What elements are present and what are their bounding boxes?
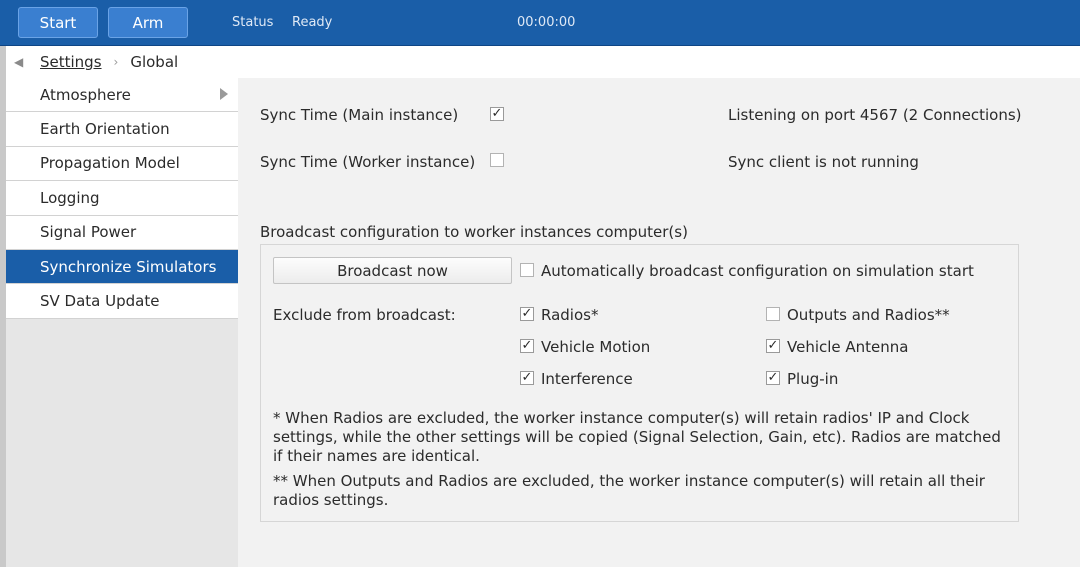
auto-broadcast-label: Automatically broadcast configuration on… — [541, 262, 974, 280]
breadcrumb-settings-link[interactable]: Settings — [40, 53, 102, 71]
outputs-radios-footnote: ** When Outputs and Radios are excluded,… — [273, 472, 985, 509]
sidebar-item-label: Logging — [40, 188, 100, 207]
broadcast-now-button[interactable]: Broadcast now — [273, 257, 512, 284]
auto-broadcast-checkbox[interactable] — [520, 263, 534, 277]
radios-footnote: * When Radios are excluded, the worker i… — [273, 409, 1001, 465]
sidebar-item-atmosphere[interactable]: Atmosphere — [6, 78, 238, 113]
sidebar-item-label: Signal Power — [40, 223, 137, 242]
checkmark-icon: ✓ — [521, 338, 533, 353]
sidebar-item-label: Earth Orientation — [40, 120, 170, 139]
simulation-timer: 00:00:00 — [517, 15, 576, 30]
sync-time-main-label: Sync Time (Main instance) — [260, 106, 459, 124]
checkmark-icon: ✓ — [767, 338, 779, 353]
arm-button[interactable]: Arm — [108, 7, 188, 38]
exclude-plugin-label: Plug-in — [787, 370, 839, 388]
exclude-vehicle-motion-label: Vehicle Motion — [541, 338, 651, 356]
exclude-outputs-radios-label: Outputs and Radios** — [787, 306, 950, 324]
sidebar-item-signal-power[interactable]: Signal Power — [6, 215, 238, 250]
sidebar-item-label: Propagation Model — [40, 154, 180, 173]
status-label: Status — [232, 15, 274, 30]
sidebar-item-sv-data-update[interactable]: SV Data Update — [6, 284, 238, 319]
synchronize-simulators-panel: Sync Time (Main instance) ✓ Listening on… — [238, 78, 1080, 567]
broadcast-section-title: Broadcast configuration to worker instan… — [260, 223, 688, 241]
checkmark-icon: ✓ — [491, 106, 503, 121]
status-value: Ready — [292, 15, 333, 30]
exclude-vehicle-motion-checkbox[interactable]: ✓ — [520, 339, 534, 353]
exclude-label: Exclude from broadcast: — [273, 306, 456, 324]
exclude-radios-label: Radios* — [541, 306, 599, 324]
listening-status: Listening on port 4567 (2 Connections) — [728, 106, 1022, 124]
checkmark-icon: ✓ — [767, 370, 779, 385]
exclude-plugin-checkbox[interactable]: ✓ — [766, 371, 780, 385]
exclude-interference-checkbox[interactable]: ✓ — [520, 371, 534, 385]
sync-client-status: Sync client is not running — [728, 153, 919, 171]
exclude-vehicle-antenna-label: Vehicle Antenna — [787, 338, 909, 356]
breadcrumb: ◀ Settings › Global — [6, 46, 1080, 78]
sidebar-item-label: SV Data Update — [40, 292, 160, 311]
sync-time-main-checkbox[interactable]: ✓ — [490, 107, 504, 121]
sidebar-item-label: Synchronize Simulators — [40, 257, 217, 276]
broadcast-group: Broadcast now Automatically broadcast co… — [260, 244, 1019, 522]
sidebar-item-logging[interactable]: Logging — [6, 181, 238, 216]
chevron-right-icon: › — [113, 55, 119, 69]
sync-time-worker-label: Sync Time (Worker instance) — [260, 153, 476, 171]
start-button[interactable]: Start — [18, 7, 98, 38]
top-toolbar: Start Arm Status Ready 00:00:00 — [0, 0, 1080, 46]
checkmark-icon: ✓ — [521, 306, 533, 321]
settings-sidebar: Atmosphere Earth Orientation Propagation… — [6, 78, 238, 567]
exclude-interference-label: Interference — [541, 370, 633, 388]
sidebar-item-earth-orientation[interactable]: Earth Orientation — [6, 112, 238, 147]
exclude-radios-checkbox[interactable]: ✓ — [520, 307, 534, 321]
exclude-vehicle-antenna-checkbox[interactable]: ✓ — [766, 339, 780, 353]
breadcrumb-current: Global — [130, 53, 179, 71]
sidebar-item-label: Atmosphere — [40, 85, 131, 104]
sync-time-worker-checkbox[interactable] — [490, 153, 504, 167]
chevron-left-icon[interactable]: ◀ — [14, 55, 32, 69]
sidebar-item-synchronize-simulators[interactable]: Synchronize Simulators — [6, 249, 238, 285]
sidebar-item-propagation-model[interactable]: Propagation Model — [6, 146, 238, 182]
checkmark-icon: ✓ — [521, 370, 533, 385]
exclude-outputs-radios-checkbox[interactable] — [766, 307, 780, 321]
triangle-right-icon — [220, 88, 228, 100]
